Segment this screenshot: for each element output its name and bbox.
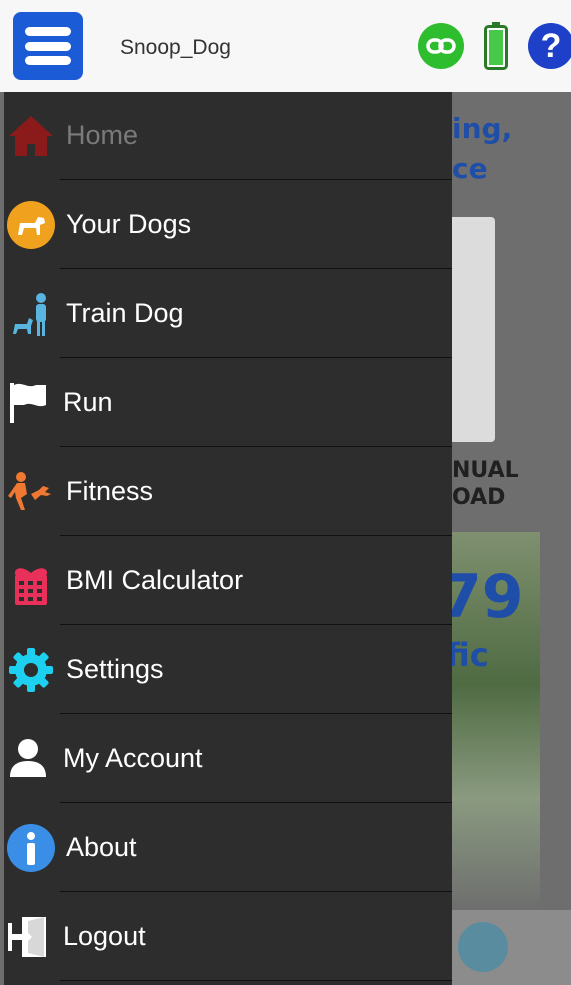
drawer-item-bmi-calculator[interactable]: BMI Calculator [4, 537, 452, 625]
drawer-item-label: Settings [66, 654, 164, 684]
drawer-item-label: Your Dogs [66, 209, 192, 239]
background-label-1: NUAL [452, 458, 519, 483]
divider [60, 357, 452, 358]
help-icon[interactable]: ? [528, 23, 571, 69]
calculator-icon [7, 557, 55, 605]
info-icon [7, 824, 55, 872]
drawer-item-about[interactable]: About [4, 804, 452, 892]
top-bar: Snoop_Dog ? [0, 0, 571, 92]
fitness-icon [7, 468, 55, 516]
logout-icon [4, 913, 52, 961]
train-dog-icon [7, 290, 55, 338]
drawer-item-label: Fitness [66, 476, 154, 506]
divider [60, 624, 452, 625]
background-tab-icon [458, 922, 508, 972]
flag-icon [4, 379, 52, 427]
drawer-item-settings[interactable]: Settings [4, 626, 452, 714]
divider [60, 535, 452, 536]
drawer-item-label: About [66, 832, 137, 862]
drawer-item-label: BMI Calculator [66, 565, 244, 595]
divider [60, 713, 452, 714]
drawer-item-label: Run [63, 387, 113, 417]
divider [60, 980, 452, 981]
link-icon[interactable] [418, 23, 464, 69]
dog-icon [7, 201, 55, 249]
drawer-item-logout[interactable]: Logout [4, 893, 452, 981]
divider [60, 802, 452, 803]
battery-icon [484, 22, 508, 70]
menu-icon[interactable] [13, 12, 83, 80]
navigation-drawer: Home Your Dogs Train Dog Run Fitness BMI… [4, 92, 452, 985]
drawer-item-label: Train Dog [66, 298, 184, 328]
drawer-item-home[interactable]: Home [4, 92, 452, 180]
gear-icon [7, 646, 55, 694]
background-heading: ing, [452, 112, 513, 145]
background-word: fic [446, 636, 489, 674]
drawer-item-label: My Account [63, 743, 203, 773]
username-label: Snoop_Dog [120, 36, 231, 59]
background-number: 79 [440, 562, 524, 632]
drawer-item-train-dog[interactable]: Train Dog [4, 270, 452, 358]
drawer-item-your-dogs[interactable]: Your Dogs [4, 181, 452, 269]
drawer-item-label: Home [66, 120, 139, 150]
background-label-2: OAD [452, 485, 506, 510]
divider [60, 268, 452, 269]
divider [60, 891, 452, 892]
drawer-item-fitness[interactable]: Fitness [4, 448, 452, 536]
divider [60, 446, 452, 447]
drawer-item-run[interactable]: Run [4, 359, 452, 447]
drawer-item-my-account[interactable]: My Account [4, 715, 452, 803]
drawer-item-label: Logout [63, 921, 146, 951]
user-icon [4, 735, 52, 783]
background-subheading: ce [452, 152, 488, 185]
home-icon [7, 112, 55, 160]
divider [60, 179, 452, 180]
